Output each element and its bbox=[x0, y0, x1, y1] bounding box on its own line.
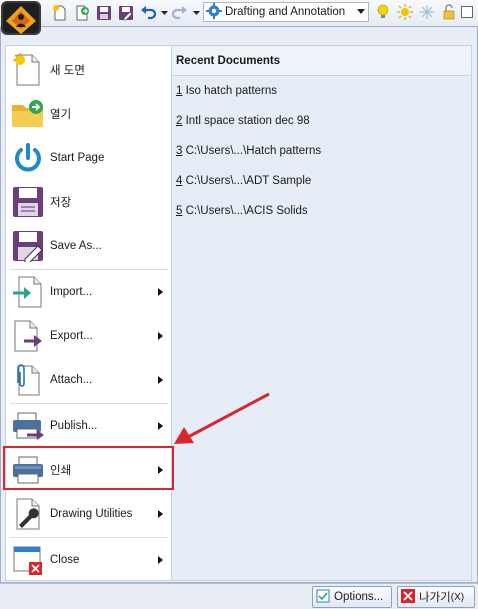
menu-item-close[interactable]: Close bbox=[6, 538, 171, 582]
printer-icon bbox=[6, 448, 50, 492]
paperclip-icon bbox=[6, 358, 50, 402]
menu-item-start-page[interactable]: Start Page bbox=[6, 136, 171, 180]
recent-documents-panel: Recent Documents 1 Iso hatch patterns 2 … bbox=[172, 45, 472, 581]
menu-item-print[interactable]: 인쇄 bbox=[6, 448, 171, 492]
open-icon[interactable] bbox=[72, 3, 92, 23]
redo-dropdown-icon[interactable] bbox=[192, 3, 200, 23]
quick-access-toolbar: Drafting and Annotation 0 bbox=[0, 0, 478, 35]
options-label: Options... bbox=[334, 591, 384, 603]
recent-document-name: C:\Users\...\ADT Sample bbox=[182, 175, 312, 187]
menu-item-open[interactable]: 열기 bbox=[6, 92, 171, 136]
workspace-label: Drafting and Annotation bbox=[225, 6, 346, 18]
recent-document-name: Iso hatch patterns bbox=[182, 85, 278, 97]
options-icon bbox=[316, 589, 330, 606]
recent-documents-header: Recent Documents bbox=[172, 46, 471, 76]
recent-document-name: Intl space station dec 98 bbox=[182, 115, 310, 127]
submenu-arrow-icon bbox=[158, 376, 163, 384]
menu-command-list: 새 도면 열기 Start Page 저장 Save As... Import.… bbox=[5, 45, 172, 581]
menu-item-label: Start Page bbox=[50, 152, 105, 164]
menu-footer: Options... 나가기 (X) bbox=[0, 583, 478, 609]
close-icon bbox=[401, 588, 415, 606]
menu-item-label: 열기 bbox=[50, 109, 72, 121]
app-menu-icon[interactable] bbox=[0, 0, 42, 36]
application-menu: 새 도면 열기 Start Page 저장 Save As... Import.… bbox=[0, 26, 478, 583]
menu-item-label: 인쇄 bbox=[50, 465, 72, 477]
menu-item-label: Import... bbox=[50, 286, 93, 298]
recent-document-name: C:\Users\...\Hatch patterns bbox=[182, 145, 322, 157]
save-as-icon bbox=[6, 224, 50, 268]
snowflake-icon[interactable] bbox=[417, 2, 437, 22]
exit-shortcut: (X) bbox=[450, 591, 465, 603]
menu-item-drawing-utilities[interactable]: Drawing Utilities bbox=[6, 492, 171, 536]
menu-item-new-drawing[interactable]: 새 도면 bbox=[6, 48, 171, 92]
open-folder-icon bbox=[6, 92, 50, 136]
exit-button[interactable]: 나가기 (X) bbox=[397, 586, 475, 608]
recent-document-item[interactable]: 4 C:\Users\...\ADT Sample bbox=[172, 166, 471, 196]
menu-item-label: Drawing Utilities bbox=[50, 508, 133, 520]
close-drawing-icon bbox=[6, 538, 50, 582]
menu-item-label: 저장 bbox=[50, 197, 72, 209]
submenu-arrow-icon bbox=[158, 422, 163, 430]
exit-label: 나가기 bbox=[419, 592, 451, 604]
menu-item-label: Export... bbox=[50, 330, 93, 342]
submenu-arrow-icon bbox=[158, 288, 163, 296]
menu-item-label: Close bbox=[50, 554, 80, 566]
menu-item-save-as[interactable]: Save As... bbox=[6, 224, 171, 268]
save-as-icon[interactable] bbox=[116, 3, 136, 23]
undo-icon[interactable] bbox=[138, 3, 158, 23]
submenu-arrow-icon bbox=[158, 466, 163, 474]
sun-icon[interactable] bbox=[395, 2, 415, 22]
options-button[interactable]: Options... bbox=[312, 586, 392, 608]
chevron-down-icon bbox=[357, 9, 365, 14]
menu-item-export[interactable]: Export... bbox=[6, 314, 171, 358]
menu-item-label: Attach... bbox=[50, 374, 93, 386]
new-icon[interactable] bbox=[50, 3, 70, 23]
recent-document-item[interactable]: 1 Iso hatch patterns bbox=[172, 76, 471, 106]
lightbulb-icon[interactable] bbox=[373, 2, 393, 22]
save-icon[interactable] bbox=[94, 3, 114, 23]
workspace-dropdown[interactable]: Drafting and Annotation bbox=[203, 2, 369, 22]
gear-icon bbox=[206, 2, 222, 22]
menu-item-import[interactable]: Import... bbox=[6, 270, 171, 314]
menu-item-save[interactable]: 저장 bbox=[6, 180, 171, 224]
menu-item-label: 새 도면 bbox=[50, 65, 85, 77]
export-icon bbox=[6, 314, 50, 358]
menu-item-attach[interactable]: Attach... bbox=[6, 358, 171, 402]
lock-icon[interactable] bbox=[439, 2, 459, 22]
menu-item-publish[interactable]: Publish... bbox=[6, 404, 171, 448]
redo-icon[interactable] bbox=[170, 3, 190, 23]
submenu-arrow-icon bbox=[158, 510, 163, 518]
annotation-arrow-icon bbox=[174, 392, 270, 444]
new-drawing-icon bbox=[6, 48, 50, 92]
submenu-arrow-icon bbox=[158, 332, 163, 340]
recent-document-item[interactable]: 2 Intl space station dec 98 bbox=[172, 106, 471, 136]
import-icon bbox=[6, 270, 50, 314]
power-icon bbox=[6, 136, 50, 180]
layer-checkbox[interactable] bbox=[461, 6, 473, 18]
submenu-arrow-icon bbox=[158, 556, 163, 564]
save-icon bbox=[6, 180, 50, 224]
recent-document-item[interactable]: 5 C:\Users\...\ACIS Solids bbox=[172, 196, 471, 226]
undo-dropdown-icon[interactable] bbox=[160, 3, 168, 23]
publish-printer-icon bbox=[6, 404, 50, 448]
recent-document-item[interactable]: 3 C:\Users\...\Hatch patterns bbox=[172, 136, 471, 166]
menu-item-label: Save As... bbox=[50, 240, 102, 252]
recent-document-name: C:\Users\...\ACIS Solids bbox=[182, 205, 308, 217]
wrench-icon bbox=[6, 492, 50, 536]
menu-item-label: Publish... bbox=[50, 420, 98, 432]
